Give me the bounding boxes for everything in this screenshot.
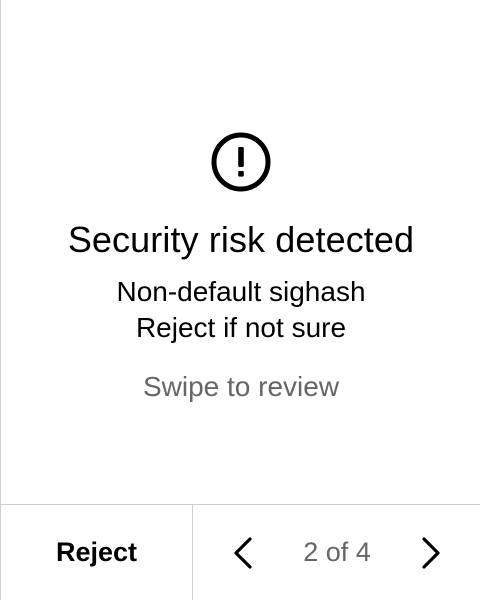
footer-navigation: Reject 2 of 4 [1,504,480,600]
reject-button-label: Reject [55,537,138,567]
chevron-right-icon[interactable] [414,536,446,570]
warning-message-line-1: Non-default sighash [116,276,366,307]
alert-circle-icon [211,132,271,192]
reject-button[interactable]: Reject [1,505,193,600]
warning-title: Security risk detected [67,219,415,260]
page-indicator: 2 of 4 [303,537,371,567]
chevron-left-icon[interactable] [228,536,260,570]
pagination-controls: 2 of 4 [193,505,480,600]
security-warning-screen: Security risk detected Non-default sigha… [0,0,480,600]
warning-content: Security risk detected Non-default sigha… [1,0,480,504]
warning-message-line-2: Reject if not sure [135,312,347,343]
warning-message: Non-default sighash Reject if not sure [1,274,480,346]
swipe-hint: Swipe to review [142,371,340,402]
